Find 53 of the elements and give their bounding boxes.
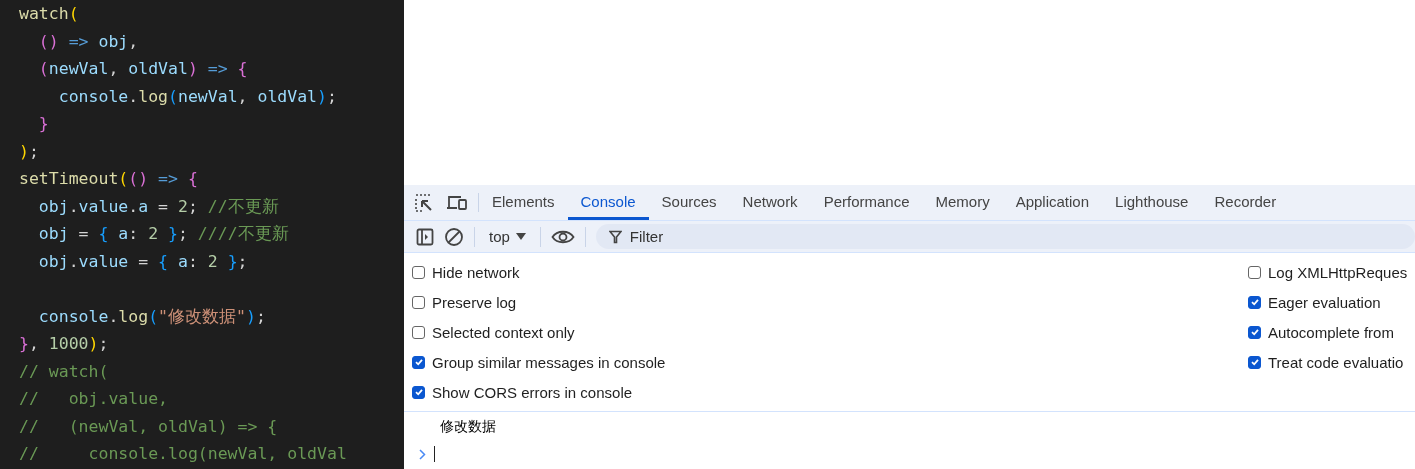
filter-field[interactable]: Filter [595, 224, 1415, 249]
checkbox[interactable] [1248, 355, 1261, 369]
checkbox[interactable] [412, 355, 425, 369]
checkbox[interactable] [1248, 295, 1261, 309]
code-line: obj = { a: 2 }; ////不更新 [37, 223, 289, 245]
checkbox[interactable] [412, 295, 425, 309]
code-line: watch( [19, 3, 79, 25]
devtools-tab[interactable]: Elements [479, 185, 568, 220]
checkbox[interactable] [1248, 325, 1261, 339]
code-line: console.log("修改数据"); [37, 305, 266, 328]
code-line: obj.value = { a: 2 }; [37, 250, 248, 273]
text-cursor [434, 446, 435, 462]
checkbox[interactable] [412, 265, 425, 279]
option-label: Hide network [432, 263, 520, 281]
devtools-tab[interactable]: Lighthouse [1102, 185, 1202, 220]
filter-icon [608, 230, 622, 244]
checkbox[interactable] [412, 325, 425, 339]
sidebar-icon[interactable] [416, 227, 434, 246]
checkbox[interactable] [1248, 265, 1261, 279]
code-line: // obj.value, [19, 388, 168, 410]
code-line: obj.value.a = 2; //不更新 [37, 195, 279, 218]
option-label: Selected context only [432, 323, 575, 341]
devtools-tab[interactable]: Memory [922, 185, 1003, 220]
checkbox[interactable] [412, 385, 425, 399]
context-dropdown[interactable]: top [485, 228, 530, 245]
option-label: Eager evaluation [1268, 293, 1381, 311]
option-label: Log XMLHttpReques [1268, 263, 1408, 281]
option-label: Group similar messages in console [432, 353, 666, 371]
prompt-chevron-icon [419, 448, 426, 460]
code-line: // (newVal, oldVal) => { [19, 415, 278, 438]
code-line: // watch( [19, 360, 109, 383]
inspect-icon[interactable] [414, 192, 434, 213]
console-message: 修改数据 [440, 418, 496, 434]
devtools-tab[interactable]: Performance [810, 185, 923, 220]
code-line: setTimeout(() => { [19, 168, 198, 190]
code-line: // console.log(newVal, oldVal [19, 443, 347, 465]
devtools-tab[interactable]: Recorder [1201, 185, 1290, 220]
option-label: Show CORS errors in console [432, 383, 633, 401]
devtools-tab[interactable]: Sources [648, 185, 730, 220]
caret-icon [515, 232, 526, 241]
devtools-tab[interactable]: Application [1002, 185, 1103, 220]
option-label: Autocomplete from [1268, 323, 1394, 341]
code-line: ); [19, 140, 39, 163]
code-line: }, 1000); [19, 333, 109, 355]
option-label: Treat code evaluatio [1268, 353, 1404, 371]
eye-icon[interactable] [550, 228, 575, 245]
option-label: Preserve log [432, 293, 517, 311]
code-line: (newVal, oldVal) => { [37, 58, 248, 80]
code-line: } [37, 113, 49, 135]
devtools-tab[interactable]: Network [729, 185, 811, 220]
code-line: console.log(newVal, oldVal); [57, 85, 337, 108]
clear-icon[interactable] [444, 226, 464, 247]
code-line: () => obj, [37, 30, 139, 53]
